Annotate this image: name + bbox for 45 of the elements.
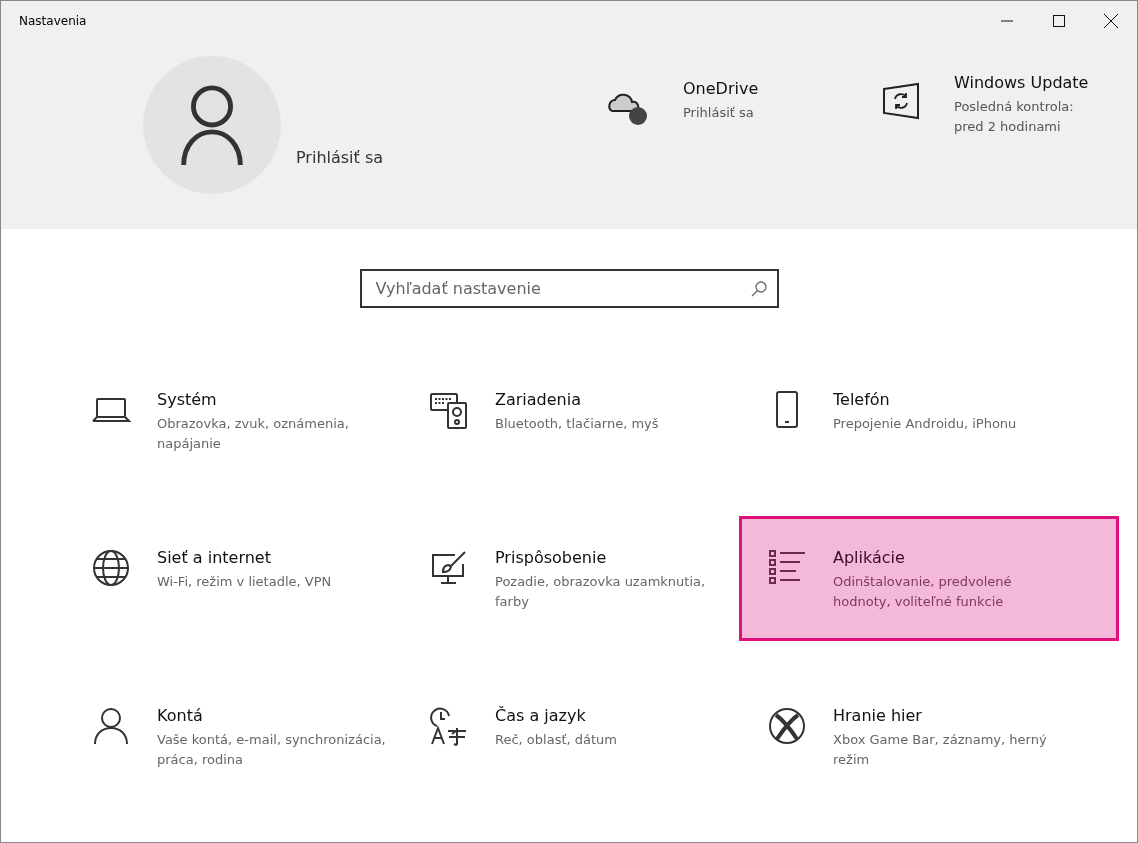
category-title: Zariadenia (495, 390, 582, 409)
category-title: Prispôsobenie (495, 548, 608, 567)
category-description: Prepojenie Androidu, iPhonu (833, 415, 1018, 433)
globe-icon (91, 548, 131, 588)
category-description: Reč, oblasť, dátum (495, 731, 618, 749)
category-title: Systém (157, 390, 218, 409)
category-description: Wi-Fi, režim v lietadle, VPN (157, 573, 333, 591)
search-field[interactable]: Vyhľadať nastavenie (359, 269, 779, 308)
category-tile[interactable]: Systém Obrazovka, zvuk, oznámenia, napájanie (63, 358, 401, 483)
status-detail: Prihlásiť sa (683, 104, 755, 122)
status-title[interactable]: OneDrive (683, 79, 833, 98)
category-tile[interactable]: Hranie hier Xbox Game Bar, záznamy, herný režim (739, 674, 1119, 799)
status-detail: Posledná kontrola: pred 2 hodinami (954, 98, 1075, 136)
category-title: Kontá (157, 706, 204, 725)
category-description: Odinštalovanie, predvolené hodnoty, voliteľné funkcie (833, 573, 1013, 611)
category-tile[interactable]: Prispôsobenie Pozadie, obrazovka uzamknutia, farby (401, 516, 739, 641)
clock-letters-icon (429, 706, 469, 746)
maximize-icon (1053, 15, 1065, 27)
category-tile[interactable]: Čas a jazyk Reč, oblasť, dátum (401, 674, 739, 799)
category-title: Telefón (833, 390, 891, 409)
category-tile[interactable]: Zariadenia Bluetooth, tlačiarne, myš (401, 358, 739, 483)
person-icon (91, 706, 131, 746)
xbox-logo-icon (767, 706, 807, 746)
category-description: Bluetooth, tlačiarne, myš (495, 415, 660, 433)
search-icon (750, 281, 767, 297)
close-icon (1104, 14, 1118, 28)
category-description: Xbox Game Bar, záznamy, herný režim (833, 731, 1048, 769)
category-description: Pozadie, obrazovka uzamknutia, farby (495, 573, 707, 611)
sign-in-link[interactable]: Prihlásiť sa (296, 148, 444, 167)
refresh-window-icon (881, 81, 921, 121)
category-title: Čas a jazyk (495, 706, 587, 725)
category-tile[interactable]: Sieť a internet Wi-Fi, režim v lietadle, VPN (63, 516, 401, 641)
category-tile[interactable]: Aplikácie Odinštalovanie, predvolené hodnoty, voliteľné funkcie (739, 516, 1119, 641)
minimize-icon (1001, 20, 1013, 22)
window-title: Nastavenia (19, 14, 88, 28)
category-title: Sieť a internet (157, 548, 272, 567)
category-tile[interactable]: Kontá Vaše kontá, e-mail, synchronizácia, práca, rodina (63, 674, 401, 799)
person-silhouette-icon (180, 83, 244, 167)
category-title: Hranie hier (833, 706, 923, 725)
category-tile[interactable]: Telefón Prepojenie Androidu, iPhonu (739, 358, 1119, 483)
keyboard-speaker-icon (429, 390, 469, 430)
status-title[interactable]: Windows Update (954, 73, 1104, 92)
category-description: Vaše kontá, e-mail, synchronizácia, práca, rodina (157, 731, 387, 769)
category-title: Aplikácie (833, 548, 906, 567)
category-description: Obrazovka, zvuk, oznámenia, napájanie (157, 415, 350, 453)
